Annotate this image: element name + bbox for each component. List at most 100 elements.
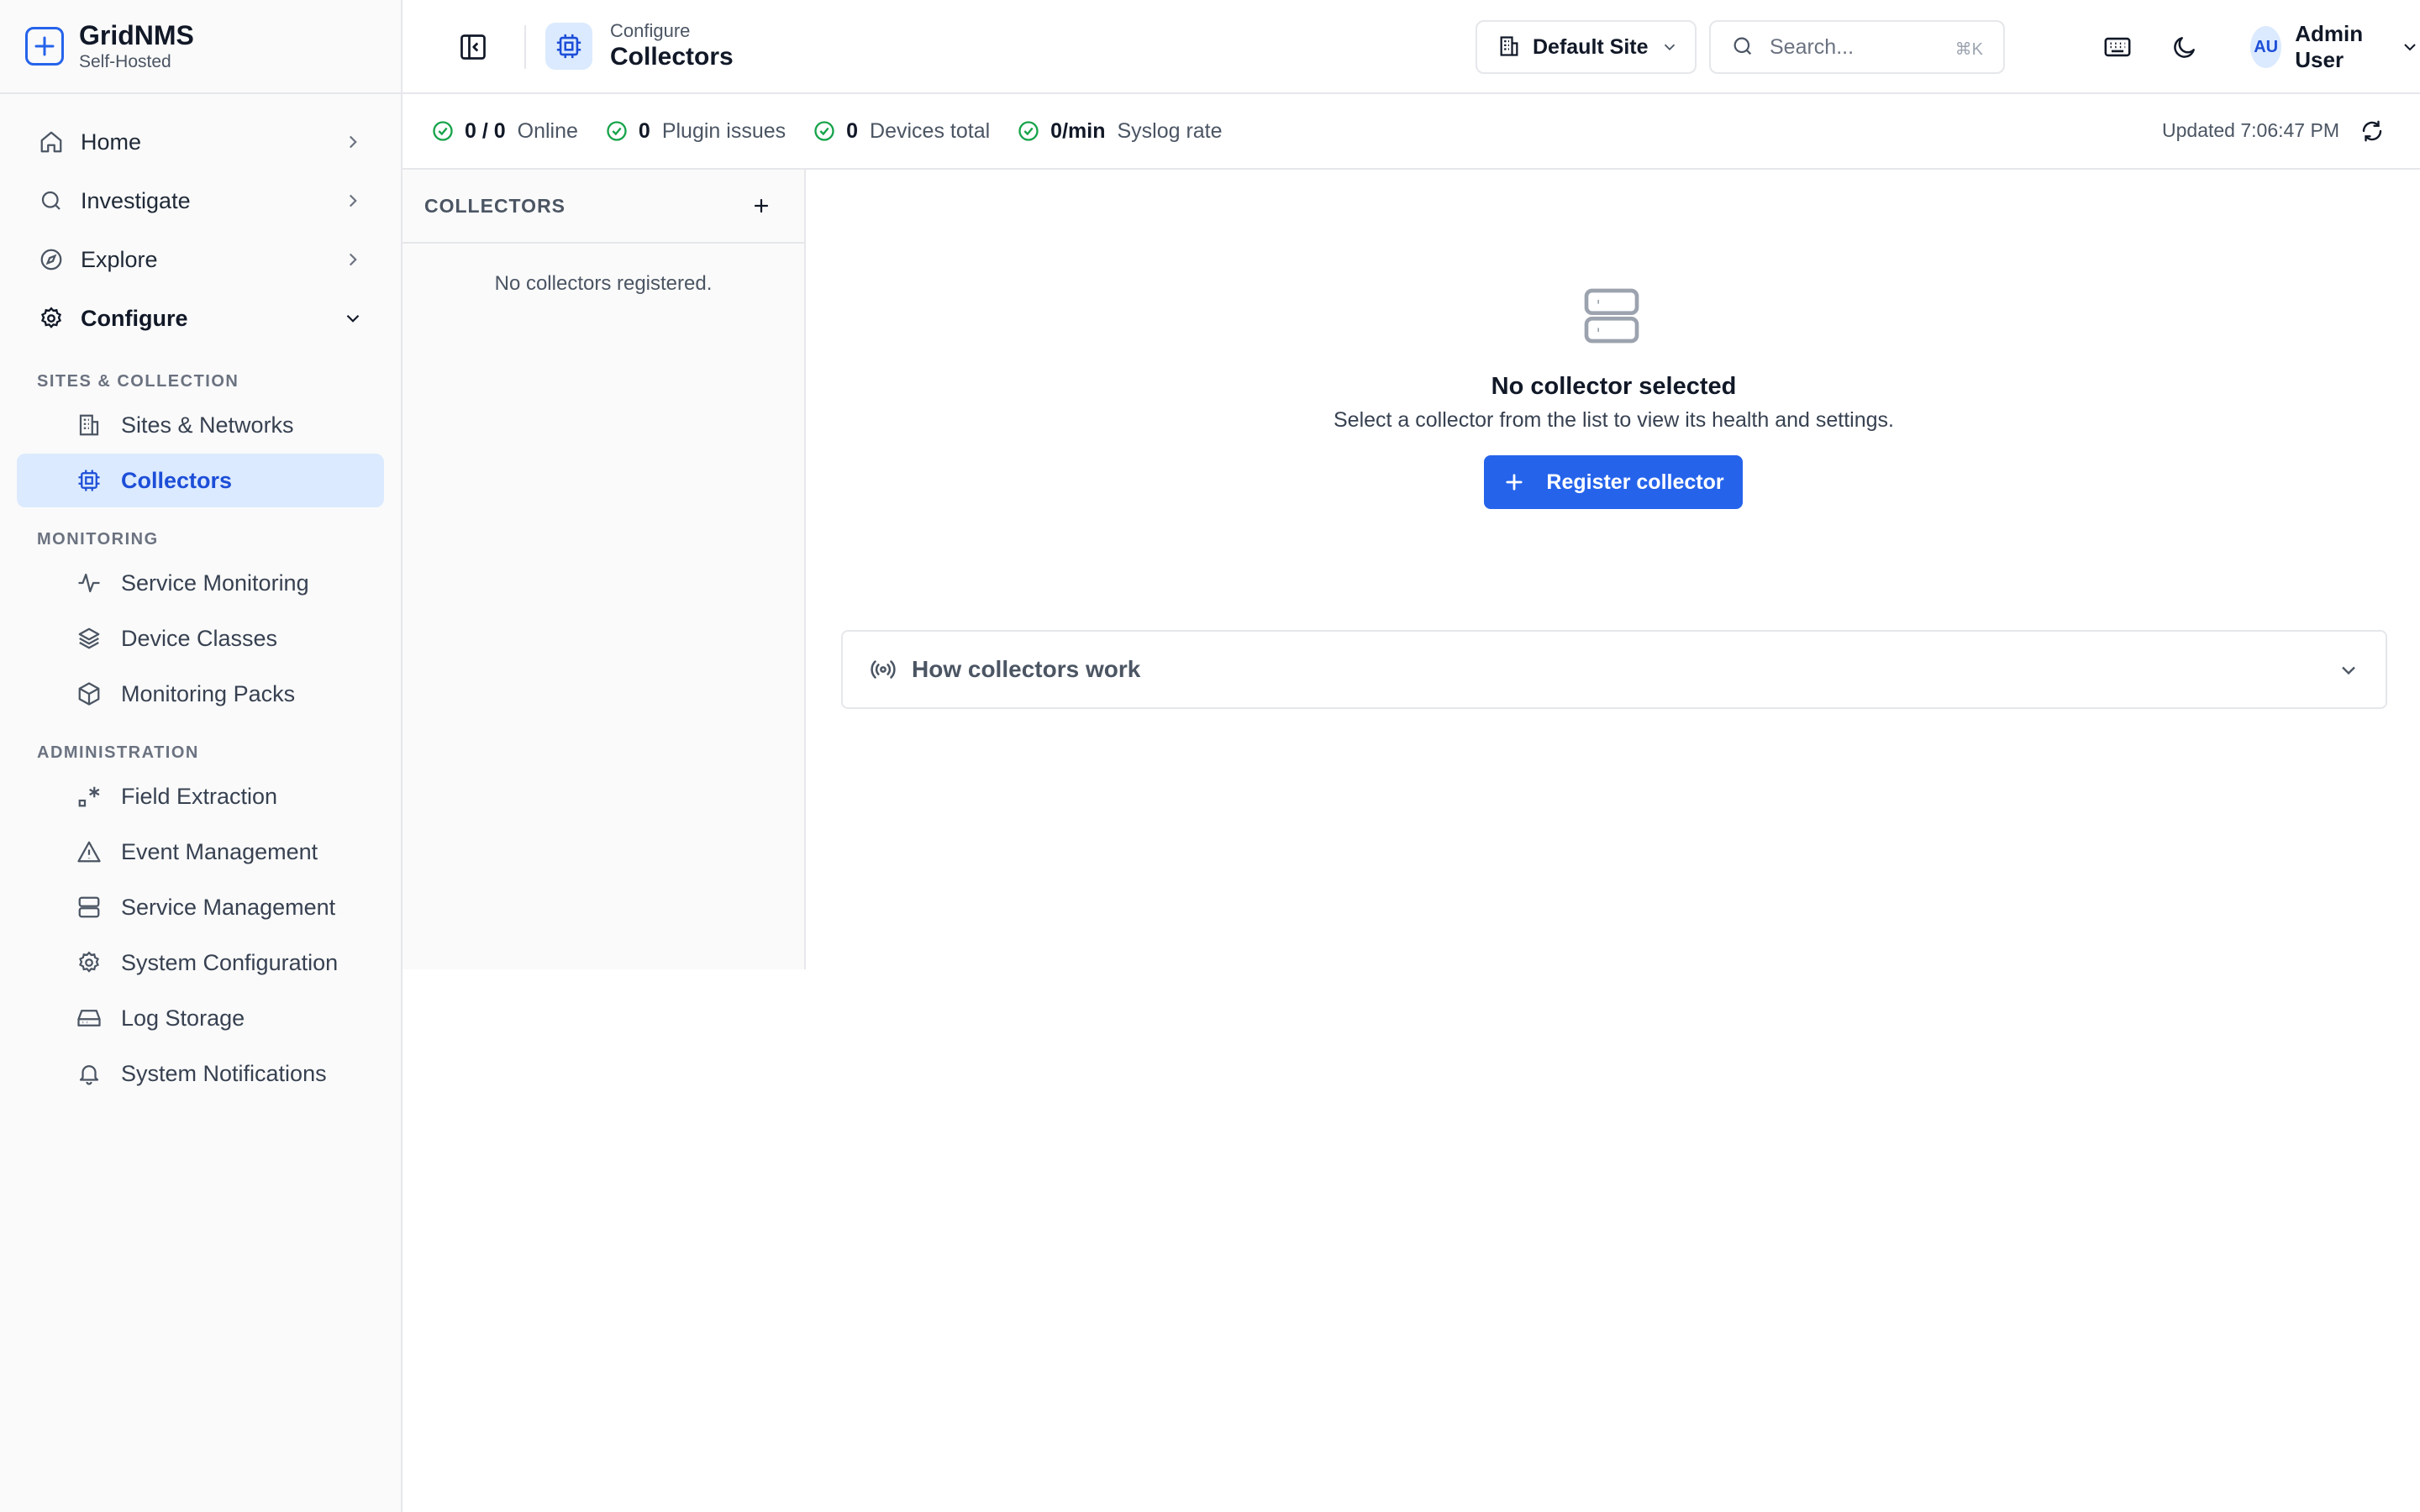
sidebar-item-label: Configure xyxy=(81,305,188,331)
brand-name: GridNMS xyxy=(79,20,194,50)
register-collector-label: Register collector xyxy=(1546,470,1724,494)
status-value: 0 xyxy=(638,118,650,143)
hard-drive-icon xyxy=(76,1005,103,1032)
broadcast-icon xyxy=(870,656,897,683)
chevron-right-icon xyxy=(342,131,364,153)
site-selector-value: Default Site xyxy=(1533,34,1649,59)
sidebar-item-explore[interactable]: Explore xyxy=(17,230,384,289)
sidebar-item-investigate[interactable]: Investigate xyxy=(17,171,384,230)
plus-icon xyxy=(754,198,769,213)
chevron-right-icon xyxy=(342,190,364,212)
user-menu[interactable]: AU Admin User xyxy=(2166,21,2420,72)
check-circle-icon xyxy=(813,119,836,143)
sidebar-item-label: Sites & Networks xyxy=(121,412,294,438)
sidebar-nav: Home Investigate Explore Configure SITES… xyxy=(0,94,401,1100)
sidebar-item-label: Investigate xyxy=(81,187,191,213)
status-syslog-rate: 0/min Syslog rate xyxy=(1017,118,1223,144)
compass-icon xyxy=(37,245,66,274)
sidebar-item-label: Field Extraction xyxy=(121,783,278,809)
search-input[interactable]: Search... ⌘K xyxy=(1709,20,2005,74)
keyboard-shortcuts-button[interactable] xyxy=(2101,30,2134,64)
sidebar-item-system-configuration[interactable]: System Configuration xyxy=(17,936,384,990)
status-online: 0 / 0 Online xyxy=(431,119,578,144)
page-title: Collectors xyxy=(610,43,734,71)
status-label: Devices total xyxy=(870,118,991,143)
collectors-list-header: COLLECTORS xyxy=(402,170,804,244)
status-value: 0/min xyxy=(1050,118,1106,143)
package-icon xyxy=(76,680,103,707)
search-icon xyxy=(1731,34,1756,60)
brand-subtitle: Self-Hosted xyxy=(79,52,171,71)
add-collector-button[interactable] xyxy=(749,193,774,218)
brand[interactable]: GridNMS Self-Hosted xyxy=(0,0,401,94)
chip-icon xyxy=(76,467,103,494)
empty-state-subtitle: Select a collector from the list to view… xyxy=(1334,408,1894,432)
last-updated: Updated 7:06:47 PM xyxy=(2162,119,2339,141)
chevron-down-icon xyxy=(342,307,364,329)
sidebar-item-label: Device Classes xyxy=(121,625,278,651)
sidebar-item-system-notifications[interactable]: System Notifications xyxy=(17,1047,384,1100)
chevron-right-icon xyxy=(342,249,364,270)
check-circle-icon xyxy=(431,119,455,143)
register-collector-button[interactable]: Register collector xyxy=(1484,455,1743,509)
sidebar-item-label: Monitoring Packs xyxy=(121,680,296,706)
search-icon xyxy=(37,186,66,215)
gear-icon xyxy=(37,304,66,333)
bell-icon xyxy=(76,1060,103,1087)
chevron-down-icon xyxy=(2400,37,2420,57)
sidebar-item-event-management[interactable]: Event Management xyxy=(17,825,384,879)
section-label-sites-collection: SITES & COLLECTION xyxy=(37,372,239,391)
sidebar-item-label: Collectors xyxy=(121,467,233,493)
empty-state-title: No collector selected xyxy=(1491,373,1737,400)
sidebar-item-monitoring-packs[interactable]: Monitoring Packs xyxy=(17,667,384,721)
sidebar-item-device-classes[interactable]: Device Classes xyxy=(17,612,384,665)
breadcrumb: Configure Collectors xyxy=(610,20,734,72)
layers-icon xyxy=(76,625,103,652)
site-selector[interactable]: Default Site xyxy=(1476,20,1697,74)
gear-icon xyxy=(76,949,103,976)
sidebar-item-service-monitoring[interactable]: Service Monitoring xyxy=(17,556,384,610)
plus-icon xyxy=(1502,470,1526,494)
sidebar-item-label: Event Management xyxy=(121,838,318,864)
building-icon xyxy=(76,412,103,438)
status-label: Plugin issues xyxy=(661,118,786,143)
refresh-icon[interactable] xyxy=(2360,118,2386,145)
user-name: Admin User xyxy=(2295,21,2364,72)
sidebar-item-label: Service Management xyxy=(121,894,336,920)
status-devices-total: 0 Devices total xyxy=(813,119,990,144)
keyboard-icon xyxy=(2103,33,2132,61)
sidebar-item-label: Log Storage xyxy=(121,1005,245,1031)
sidebar-item-field-extraction[interactable]: Field Extraction xyxy=(17,769,384,823)
breadcrumb-parent[interactable]: Configure xyxy=(610,20,734,42)
sidebar-item-label: Explore xyxy=(81,246,158,272)
logo-icon xyxy=(25,27,64,66)
server-icon xyxy=(76,894,103,921)
chevron-down-icon xyxy=(2337,659,2360,682)
status-value: 0 xyxy=(846,118,859,143)
chevron-down-icon xyxy=(1660,38,1679,56)
building-icon xyxy=(1497,34,1523,60)
section-label-monitoring: MONITORING xyxy=(37,530,159,549)
collectors-empty-text: No collectors registered. xyxy=(494,272,713,295)
regex-icon xyxy=(76,783,103,810)
collector-detail: No collector selected Select a collector… xyxy=(808,170,2420,1512)
sidebar-item-home[interactable]: Home xyxy=(17,113,384,171)
sidebar-item-label: Home xyxy=(81,129,142,155)
sidebar-toggle-button[interactable] xyxy=(456,30,490,64)
sidebar-item-service-management[interactable]: Service Management xyxy=(17,880,384,934)
sidebar-item-log-storage[interactable]: Log Storage xyxy=(17,991,384,1045)
accordion-label: How collectors work xyxy=(912,656,1141,682)
sidebar: GridNMS Self-Hosted Home Investigate Exp… xyxy=(0,0,402,1512)
sidebar-item-label: Service Monitoring xyxy=(121,570,309,596)
sidebar-item-label: System Configuration xyxy=(121,949,339,975)
how-collectors-work-accordion[interactable]: How collectors work xyxy=(841,630,2387,709)
sidebar-item-configure[interactable]: Configure xyxy=(17,289,384,348)
header-divider xyxy=(524,25,526,69)
status-bar: 0 / 0 Online 0 Plugin issues 0 Devices t… xyxy=(402,94,2420,170)
sidebar-item-sites-networks[interactable]: Sites & Networks xyxy=(17,398,384,452)
server-icon xyxy=(1578,282,1645,349)
search-shortcut: ⌘K xyxy=(1954,40,1983,59)
collectors-heading: COLLECTORS xyxy=(424,194,566,217)
sidebar-item-collectors[interactable]: Collectors xyxy=(17,454,384,507)
chip-icon xyxy=(545,23,592,70)
